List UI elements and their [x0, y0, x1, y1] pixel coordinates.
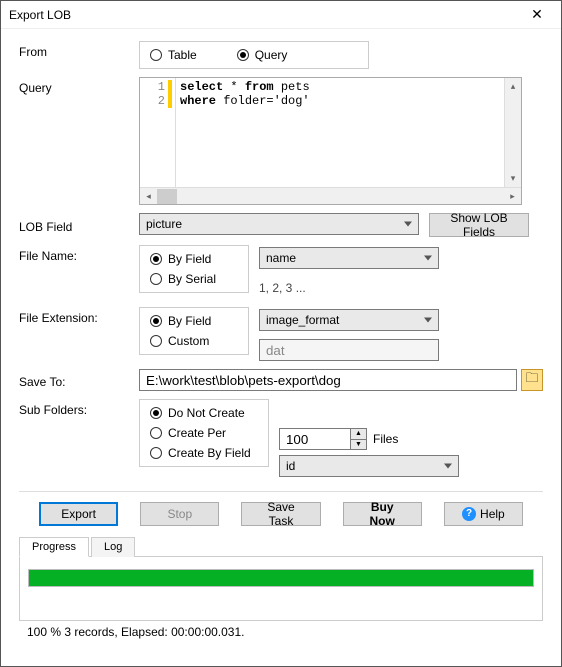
titlebar: Export LOB ✕ — [1, 1, 561, 29]
editor-hscroll[interactable]: ◂ ▸ — [140, 187, 521, 204]
radio-icon — [150, 273, 162, 285]
file-ext-radio-group: By Field Custom — [139, 307, 249, 355]
spinner-down-icon[interactable]: ▼ — [351, 440, 366, 450]
editor-gutter: 1 2 — [140, 78, 176, 187]
divider — [19, 491, 543, 492]
sub-folders-label: Sub Folders: — [19, 399, 139, 477]
radio-icon — [150, 447, 162, 459]
file-ext-byfield-radio[interactable]: By Field — [150, 314, 238, 328]
radio-icon — [150, 407, 162, 419]
help-icon: ? — [462, 507, 476, 521]
file-ext-label: File Extension: — [19, 307, 139, 361]
file-name-field-select[interactable]: name — [259, 247, 439, 269]
from-query-label: Query — [255, 48, 288, 62]
from-label: From — [19, 41, 139, 69]
from-table-radio[interactable]: Table — [150, 48, 197, 62]
file-name-byfield-label: By Field — [168, 252, 211, 266]
file-ext-custom-label: Custom — [168, 334, 209, 348]
buy-now-button[interactable]: Buy Now — [343, 502, 422, 526]
stop-button[interactable]: Stop — [140, 502, 219, 526]
code-area[interactable]: select * from pets where folder='dog' — [176, 78, 504, 187]
sub-folders-per-unit: Files — [373, 432, 398, 446]
hscroll-track[interactable] — [157, 188, 504, 204]
close-icon[interactable]: ✕ — [517, 6, 557, 23]
progress-bar — [28, 569, 534, 587]
save-task-button[interactable]: Save Task — [241, 502, 320, 526]
sub-folders-field-value: id — [286, 459, 295, 473]
sub-folders-field-select[interactable]: id — [279, 455, 459, 477]
lob-field-value: picture — [146, 217, 182, 231]
radio-icon — [150, 49, 162, 61]
progress-panel — [19, 557, 543, 621]
sub-folders-byfield-radio[interactable]: Create By Field — [150, 446, 258, 460]
export-lob-window: Export LOB ✕ From Table Query — [0, 0, 562, 667]
window-title: Export LOB — [9, 8, 517, 22]
line-number: 2 — [140, 94, 172, 108]
show-lob-fields-button[interactable]: Show LOB Fields — [429, 213, 529, 237]
export-button[interactable]: Export — [39, 502, 118, 526]
lob-field-label: LOB Field — [19, 216, 139, 234]
sub-folders-none-radio[interactable]: Do Not Create — [150, 406, 258, 420]
hscroll-thumb[interactable] — [157, 189, 177, 204]
scroll-left-icon[interactable]: ◂ — [140, 188, 157, 205]
browse-folder-button[interactable]: 🗀 — [521, 369, 543, 391]
file-ext-custom-radio[interactable]: Custom — [150, 334, 238, 348]
content-area: From Table Query Query — [1, 29, 561, 666]
scroll-up-icon[interactable]: ▴ — [505, 78, 522, 95]
tabs: Progress Log — [19, 536, 543, 557]
file-ext-field-value: image_format — [266, 313, 339, 327]
sub-folders-byfield-label: Create By Field — [168, 446, 251, 460]
radio-icon — [150, 427, 162, 439]
radio-icon — [150, 253, 162, 265]
file-name-label: File Name: — [19, 245, 139, 299]
help-button[interactable]: ? Help — [444, 502, 523, 526]
save-to-input[interactable] — [139, 369, 517, 391]
sub-folders-per-radio[interactable]: Create Per — [150, 426, 258, 440]
file-name-byserial-radio[interactable]: By Serial — [150, 272, 238, 286]
file-ext-field-select[interactable]: image_format — [259, 309, 439, 331]
file-name-byfield-radio[interactable]: By Field — [150, 252, 238, 266]
file-name-byserial-label: By Serial — [168, 272, 216, 286]
help-button-label: Help — [480, 507, 505, 521]
radio-icon — [237, 49, 249, 61]
button-bar: Export Stop Save Task Buy Now ? Help — [19, 502, 543, 526]
folder-icon: 🗀 — [525, 369, 538, 391]
query-label: Query — [19, 77, 139, 205]
query-editor[interactable]: 1 2 select * from pets where folder='dog… — [139, 77, 522, 205]
sub-folders-count-spinner[interactable]: ▲ ▼ — [279, 428, 367, 450]
radio-icon — [150, 335, 162, 347]
progress-bar-fill — [29, 570, 533, 586]
lob-field-select[interactable]: picture — [139, 213, 419, 235]
editor-vscroll[interactable]: ▴ ▾ — [504, 78, 521, 187]
sub-folders-radio-group: Do Not Create Create Per Create By Field — [139, 399, 269, 467]
line-number: 1 — [140, 80, 172, 94]
sub-folders-per-label: Create Per — [168, 426, 226, 440]
save-to-label: Save To: — [19, 371, 139, 389]
sub-folders-none-label: Do Not Create — [168, 406, 245, 420]
tab-progress[interactable]: Progress — [19, 537, 89, 557]
from-radio-group: Table Query — [139, 41, 369, 69]
status-line: 100 % 3 records, Elapsed: 00:00:00.031. — [19, 621, 543, 647]
file-ext-custom-input[interactable] — [259, 339, 439, 361]
file-name-radio-group: By Field By Serial — [139, 245, 249, 293]
from-query-radio[interactable]: Query — [237, 48, 288, 62]
from-table-label: Table — [168, 48, 197, 62]
tab-log[interactable]: Log — [91, 537, 135, 557]
file-ext-byfield-label: By Field — [168, 314, 211, 328]
scroll-right-icon[interactable]: ▸ — [504, 188, 521, 205]
file-name-serial-hint: 1, 2, 3 ... — [259, 277, 439, 299]
sub-folders-count-input[interactable] — [280, 429, 350, 449]
scroll-down-icon[interactable]: ▾ — [505, 170, 522, 187]
file-name-field-value: name — [266, 251, 296, 265]
radio-icon — [150, 315, 162, 327]
spinner-up-icon[interactable]: ▲ — [351, 429, 366, 440]
